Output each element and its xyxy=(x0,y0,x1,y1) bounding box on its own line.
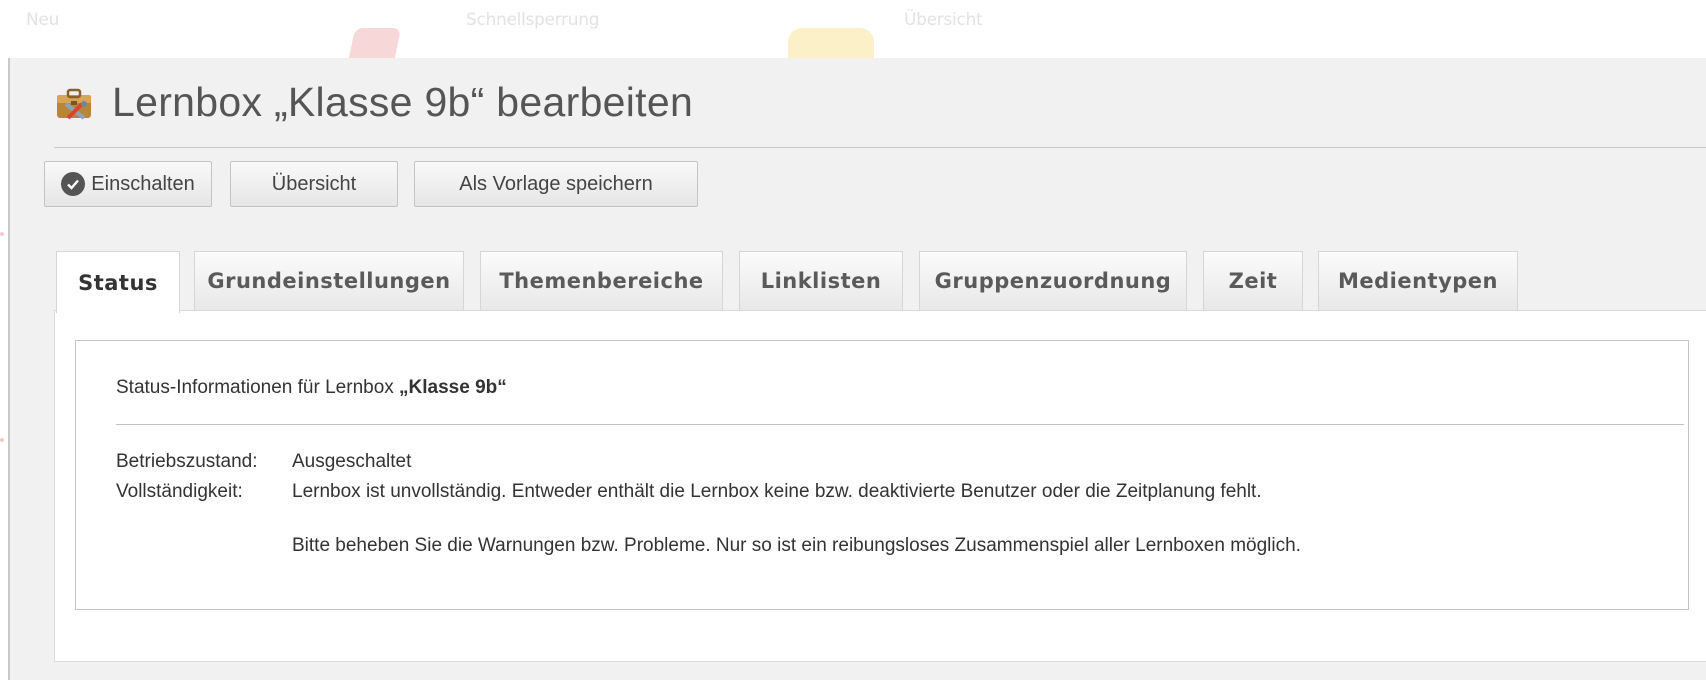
page-header: Lernbox „Klasse 9b“ bearbeiten xyxy=(54,78,693,126)
completeness-label: Vollständigkeit: xyxy=(116,481,243,502)
status-info-box: Status-Informationen für Lernbox „Klasse… xyxy=(75,340,1689,610)
tab-topics[interactable]: Themenbereiche xyxy=(480,251,723,310)
tab-time-label: Zeit xyxy=(1228,269,1278,293)
title-divider xyxy=(54,147,1706,148)
tab-topics-label: Themenbereiche xyxy=(499,269,704,293)
tab-link-lists[interactable]: Linklisten xyxy=(739,251,903,310)
warning-note: Bitte beheben Sie die Warnungen bzw. Pro… xyxy=(292,535,1301,556)
check-circle-icon xyxy=(61,172,86,196)
completeness-value: Lernbox ist unvollständig. Entweder enth… xyxy=(292,481,1262,502)
tab-content-status: Status-Informationen für Lernbox „Klasse… xyxy=(54,310,1706,662)
operating-state-label: Betriebszustand: xyxy=(116,451,258,472)
operating-state-value: Ausgeschaltet xyxy=(292,451,412,472)
status-heading: Status-Informationen für Lernbox „Klasse… xyxy=(116,377,507,399)
tab-time[interactable]: Zeit xyxy=(1203,251,1303,310)
bg-decoration xyxy=(0,232,4,236)
enable-button-label: Einschalten xyxy=(91,172,195,195)
tab-group-assignment[interactable]: Gruppenzuordnung xyxy=(919,251,1187,310)
background-toolbar: Neu Schnellsperrung Übersicht xyxy=(0,0,1706,58)
status-heading-prefix: Status-Informationen für Lernbox xyxy=(116,377,400,398)
bg-toolbar-lock-icon xyxy=(348,28,402,58)
tab-group-assignment-label: Gruppenzuordnung xyxy=(934,269,1172,293)
tab-media-types-label: Medientypen xyxy=(1337,269,1499,293)
save-as-template-button[interactable]: Als Vorlage speichern xyxy=(414,161,698,207)
toolbox-icon xyxy=(57,88,91,120)
status-divider xyxy=(116,424,1684,425)
tab-basic-settings-label: Grundeinstellungen xyxy=(207,269,451,293)
lernbox-name: „Klasse 9b“ xyxy=(399,377,507,398)
page-title: Lernbox „Klasse 9b“ bearbeiten xyxy=(112,78,694,125)
overview-button[interactable]: Übersicht xyxy=(230,161,398,207)
bg-toolbar-new: Neu xyxy=(26,10,60,30)
tab-basic-settings[interactable]: Grundeinstellungen xyxy=(194,251,464,310)
save-as-template-label: Als Vorlage speichern xyxy=(459,172,653,195)
bg-toolbar-overview-icon xyxy=(788,28,874,58)
bg-toolbar-overview: Übersicht xyxy=(904,10,983,30)
tab-status-label: Status xyxy=(78,270,158,295)
bg-toolbar-quicklock: Schnellsperrung xyxy=(466,10,600,30)
bg-decoration xyxy=(0,438,4,442)
tab-media-types[interactable]: Medientypen xyxy=(1318,251,1518,310)
overview-button-label: Übersicht xyxy=(271,172,357,195)
enable-button[interactable]: Einschalten xyxy=(44,161,212,207)
tab-status[interactable]: Status xyxy=(56,251,180,313)
edit-lernbox-panel: Lernbox „Klasse 9b“ bearbeiten Einschalt… xyxy=(8,58,1706,680)
tab-link-lists-label: Linklisten xyxy=(760,269,882,293)
